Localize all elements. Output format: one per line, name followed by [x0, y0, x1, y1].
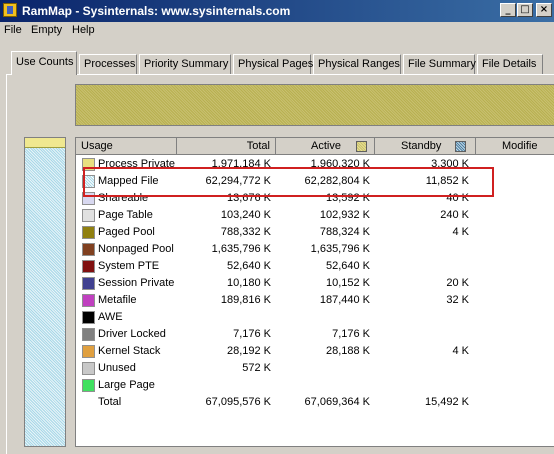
- table-row[interactable]: Session Private 10,180 K 10,152 K 20 K: [76, 275, 554, 292]
- tab-file-details[interactable]: File Details: [477, 54, 543, 74]
- category-color-swatch-icon: [82, 379, 95, 392]
- tab-priority-summary[interactable]: Priority Summary: [139, 54, 231, 74]
- tab-file-summary[interactable]: File Summary: [403, 54, 476, 74]
- total-value: 7,176 K: [233, 328, 271, 340]
- category-color-swatch-icon: [82, 260, 95, 273]
- total-value: 52,640 K: [226, 260, 271, 272]
- active-value: 1,635,796 K: [310, 243, 370, 255]
- column-header-total[interactable]: Total: [177, 138, 276, 155]
- active-value: 67,069,364 K: [304, 396, 370, 408]
- table-row[interactable]: Metafile 189,816 K 187,440 K 32 K: [76, 292, 554, 309]
- active-value: 187,440 K: [319, 294, 370, 306]
- active-value: 102,932 K: [319, 209, 370, 221]
- standby-value: 4 K: [452, 345, 469, 357]
- active-value: 7,176 K: [332, 328, 370, 340]
- category-name: Unused: [98, 362, 136, 374]
- standby-value: 240 K: [440, 209, 469, 221]
- category-name: System PTE: [98, 260, 160, 272]
- category-name: Driver Locked: [98, 328, 166, 340]
- tab-processes[interactable]: Processes: [79, 54, 137, 74]
- tab-physical-pages[interactable]: Physical Pages: [233, 54, 313, 74]
- table-row[interactable]: Driver Locked 7,176 K 7,176 K: [76, 326, 554, 343]
- standby-color-swatch-icon: [455, 141, 466, 152]
- standby-value: 20 K: [446, 277, 469, 289]
- category-name: Paged Pool: [98, 226, 155, 238]
- table-row[interactable]: Nonpaged Pool 1,635,796 K 1,635,796 K: [76, 241, 554, 258]
- category-name: Session Private: [98, 277, 175, 289]
- table-row[interactable]: Total 67,095,576 K 67,069,364 K 15,492 K: [76, 394, 554, 411]
- category-color-swatch-icon: [82, 209, 95, 222]
- close-button[interactable]: ×: [536, 3, 552, 17]
- active-header-label: Active: [311, 140, 341, 152]
- standby-value: 4 K: [452, 226, 469, 238]
- total-value: 103,240 K: [220, 209, 271, 221]
- total-value: 788,332 K: [220, 226, 271, 238]
- category-name: AWE: [98, 311, 123, 323]
- category-name: Total: [98, 396, 122, 408]
- active-value: 10,152 K: [325, 277, 370, 289]
- category-color-swatch-icon: [82, 311, 95, 324]
- usage-vertical-bar: [24, 137, 66, 447]
- total-value: 1,635,796 K: [211, 243, 271, 255]
- table-row[interactable]: Page Table 103,240 K 102,932 K 240 K: [76, 207, 554, 224]
- category-name: Large Page: [98, 379, 155, 391]
- minimize-button[interactable]: _: [500, 3, 516, 17]
- rammap-app-icon[interactable]: [3, 3, 17, 17]
- menu-help[interactable]: Help: [72, 24, 95, 36]
- standby-value: 32 K: [446, 294, 469, 306]
- process-private-segment: [25, 138, 65, 148]
- menu-file[interactable]: File: [4, 24, 22, 36]
- table-row[interactable]: Large Page: [76, 377, 554, 394]
- window-title: RamMap - Sysinternals: www.sysinternals.…: [22, 4, 291, 18]
- standby-value: 15,492 K: [424, 396, 469, 408]
- mapped-file-segment: [25, 148, 65, 446]
- active-value: 52,640 K: [325, 260, 370, 272]
- column-header-usage[interactable]: Usage: [76, 138, 177, 155]
- maximize-button[interactable]: □: [517, 3, 533, 17]
- category-color-swatch-icon: [82, 294, 95, 307]
- usage-summary-bar: [75, 84, 554, 126]
- table-row[interactable]: Paged Pool 788,332 K 788,324 K 4 K: [76, 224, 554, 241]
- category-name: Metafile: [98, 294, 137, 306]
- tab-physical-ranges[interactable]: Physical Ranges: [313, 54, 401, 74]
- category-name: Kernel Stack: [98, 345, 161, 357]
- table-row[interactable]: Kernel Stack 28,192 K 28,188 K 4 K: [76, 343, 554, 360]
- total-value: 189,816 K: [220, 294, 271, 306]
- mapped-file-highlight-box: [83, 167, 494, 197]
- tab-use-counts[interactable]: Use Counts: [11, 51, 77, 75]
- category-color-swatch-icon: [82, 345, 95, 358]
- category-name: Page Table: [98, 209, 153, 221]
- menu-bar: File Empty Help: [0, 22, 554, 40]
- category-color-swatch-icon: [82, 277, 95, 290]
- category-name: Nonpaged Pool: [98, 243, 174, 255]
- active-color-swatch-icon: [356, 141, 367, 152]
- column-header-standby[interactable]: Standby: [375, 138, 476, 155]
- standby-header-label: Standby: [401, 140, 442, 152]
- table-row[interactable]: System PTE 52,640 K 52,640 K: [76, 258, 554, 275]
- title-bar: RamMap - Sysinternals: www.sysinternals.…: [0, 0, 554, 22]
- active-value: 788,324 K: [319, 226, 370, 238]
- menu-empty[interactable]: Empty: [31, 24, 62, 36]
- category-color-swatch-icon: [82, 328, 95, 341]
- table-row[interactable]: Unused 572 K: [76, 360, 554, 377]
- category-color-swatch-icon: [82, 362, 95, 375]
- total-value: 67,095,576 K: [205, 396, 271, 408]
- column-header-active[interactable]: Active: [276, 138, 375, 155]
- column-header-modified[interactable]: Modifie: [476, 138, 554, 155]
- active-value: 28,188 K: [325, 345, 370, 357]
- category-color-swatch-icon: [82, 243, 95, 256]
- total-value: 28,192 K: [226, 345, 271, 357]
- total-value: 10,180 K: [226, 277, 271, 289]
- total-value: 572 K: [242, 362, 271, 374]
- category-color-swatch-icon: [82, 226, 95, 239]
- table-row[interactable]: AWE: [76, 309, 554, 326]
